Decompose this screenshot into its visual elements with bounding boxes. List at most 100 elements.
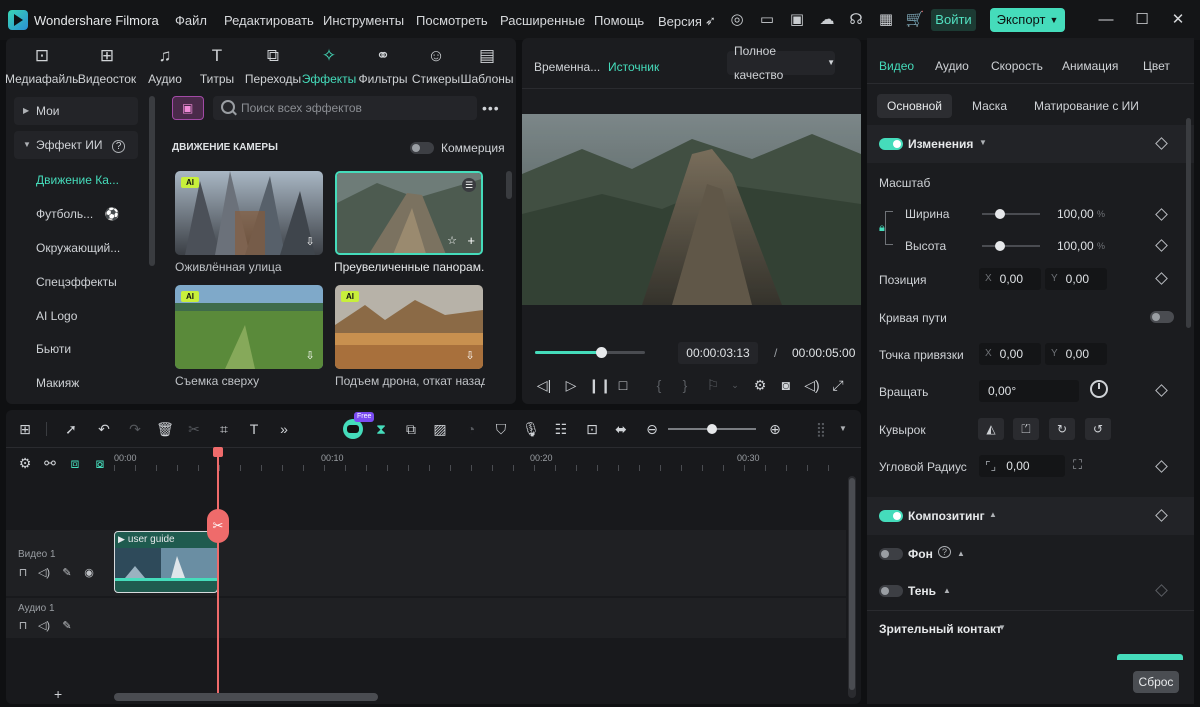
favorite-icon[interactable]: ☆ bbox=[447, 234, 457, 247]
tab-titles[interactable]: T Титры bbox=[186, 46, 248, 92]
menu-help[interactable]: Помощь bbox=[594, 13, 644, 28]
maximize-icon[interactable]: ☐ bbox=[1132, 10, 1152, 30]
menu-tools[interactable]: Инструменты bbox=[323, 13, 404, 28]
position-y-input[interactable]: Y 0,00 bbox=[1045, 268, 1107, 290]
export-button[interactable]: Экспорт ▼ bbox=[990, 8, 1065, 32]
sidebar-item-ambient[interactable]: Окружающий... bbox=[14, 234, 138, 262]
chevron-down-icon[interactable]: ⌄ bbox=[726, 376, 744, 394]
tab-speed[interactable]: Скорость bbox=[991, 59, 1043, 73]
tab-stickers[interactable]: ☺ Стикеры bbox=[405, 46, 467, 92]
keyframe-icon[interactable] bbox=[1155, 208, 1168, 221]
apps-grid-icon[interactable]: ▦ bbox=[876, 10, 896, 30]
apply-button-edge[interactable] bbox=[1117, 654, 1183, 660]
fullscreen-icon[interactable]: ⤢ bbox=[829, 376, 847, 394]
video-clip[interactable]: ▶ user guide bbox=[114, 531, 218, 593]
width-slider[interactable] bbox=[982, 213, 1040, 215]
unlink-icon[interactable]: ⚯ bbox=[41, 454, 59, 472]
position-x-input[interactable]: X 0,00 bbox=[979, 268, 1041, 290]
playhead-handle[interactable] bbox=[213, 447, 223, 457]
step-back-icon[interactable]: ◁| bbox=[535, 376, 553, 394]
transform-toggle[interactable] bbox=[879, 138, 903, 150]
pause-icon[interactable]: ❙❙ bbox=[588, 376, 611, 394]
login-button[interactable]: Войти bbox=[931, 9, 976, 31]
marker-icon[interactable]: ⚐ bbox=[704, 376, 722, 394]
sidebar-item-special-effects[interactable]: Спецэффекты bbox=[14, 268, 138, 296]
version-menu[interactable]: Версия ➶ bbox=[658, 13, 716, 29]
sidebar-item-ai-effect[interactable]: ▼ Эффект ИИ ? bbox=[14, 131, 138, 159]
cart-icon[interactable]: 🛒 bbox=[905, 10, 925, 30]
undo-icon[interactable]: ↶ bbox=[95, 420, 113, 438]
minimize-icon[interactable]: — bbox=[1096, 10, 1116, 30]
tab-transitions[interactable]: ⧉ Переходы bbox=[242, 46, 304, 92]
split-scissors-icon[interactable]: ✂ bbox=[207, 509, 229, 543]
help-icon[interactable]: ? bbox=[938, 546, 952, 558]
lock-icon[interactable]: ⊓ bbox=[16, 619, 30, 633]
rotate-dial-icon[interactable] bbox=[1090, 380, 1108, 398]
properties-scrollbar[interactable] bbox=[1186, 118, 1191, 328]
settings-icon[interactable]: ⚙ bbox=[751, 376, 769, 394]
audio-mixer-icon[interactable]: ☷ bbox=[552, 420, 570, 438]
flip-vertical-icon[interactable]: ⏍ bbox=[1013, 418, 1039, 440]
keyframe-icon[interactable] bbox=[1155, 460, 1168, 473]
insert-icon[interactable]: ⧉ bbox=[402, 420, 420, 438]
keyframe-icon[interactable] bbox=[1155, 509, 1168, 522]
tab-animation[interactable]: Анимация bbox=[1062, 59, 1118, 73]
compositing-toggle[interactable] bbox=[879, 510, 903, 522]
subtab-ai-matting[interactable]: Матирование с ИИ bbox=[1024, 94, 1149, 118]
link-clips-icon[interactable]: ⧈ bbox=[66, 454, 84, 472]
menu-advanced[interactable]: Расширенные bbox=[500, 13, 585, 28]
anchor-y-input[interactable]: Y 0,00 bbox=[1045, 343, 1107, 365]
height-slider[interactable] bbox=[982, 245, 1040, 247]
sidebar-item-beauty[interactable]: Бьюти bbox=[14, 335, 138, 363]
keyframe-icon[interactable] bbox=[1155, 137, 1168, 150]
effects-off-icon[interactable]: ✎ bbox=[60, 566, 74, 580]
monitor-icon[interactable]: ▭ bbox=[757, 10, 777, 30]
lock-icon[interactable]: ⊓ bbox=[16, 566, 30, 580]
playhead-line[interactable] bbox=[217, 448, 219, 693]
corner-radius-input[interactable]: ⌜⌟ 0,00 bbox=[979, 455, 1065, 477]
video-preview[interactable] bbox=[522, 114, 861, 305]
split-track-icon[interactable]: ⧗ bbox=[372, 420, 390, 438]
sidebar-item-football[interactable]: Футболь... ⚽ bbox=[14, 200, 138, 228]
rotate-input[interactable]: 0,00° bbox=[979, 380, 1079, 402]
cloud-sync-icon[interactable]: ◎ bbox=[727, 10, 747, 30]
expand-corners-icon[interactable]: ⛶ bbox=[1073, 457, 1082, 473]
tab-timeline-preview[interactable]: Временна... bbox=[534, 60, 600, 74]
tab-effects[interactable]: ✧ Эффекты bbox=[298, 46, 360, 92]
cloud-upload-icon[interactable]: ☁ bbox=[817, 10, 837, 30]
anchor-x-input[interactable]: X 0,00 bbox=[979, 343, 1041, 365]
group-icon[interactable]: ⧇ bbox=[91, 454, 109, 472]
effect-tile-busy-street[interactable]: AI ⇩ bbox=[175, 171, 323, 255]
playback-progress-track[interactable] bbox=[535, 347, 645, 358]
download-icon[interactable]: ⇩ bbox=[463, 349, 477, 363]
sidebar-scrollbar[interactable] bbox=[149, 96, 155, 266]
lock-icon[interactable]: 🔒︎ bbox=[879, 222, 885, 235]
width-value[interactable]: 100,00 bbox=[1057, 207, 1094, 221]
caret-down-icon[interactable]: ▼ bbox=[998, 623, 1006, 632]
effect-tile-top-shot[interactable]: AI ⇩ bbox=[175, 285, 323, 369]
layout-grid-icon[interactable]: ⊞ bbox=[16, 420, 34, 438]
menu-icon[interactable]: ☰ bbox=[462, 178, 476, 192]
vertical-scrollbar[interactable] bbox=[848, 476, 856, 698]
menu-edit[interactable]: Редактировать bbox=[224, 13, 314, 28]
sidebar-item-makeup[interactable]: Макияж bbox=[14, 369, 138, 397]
subtab-mask[interactable]: Маска bbox=[962, 94, 1017, 118]
tab-templates[interactable]: ▤ Шаблоны bbox=[459, 46, 515, 92]
grid-handle-icon[interactable]: ⣿ bbox=[812, 420, 830, 438]
tab-media[interactable]: ⊡ Медиафайлы bbox=[5, 46, 81, 92]
menu-file[interactable]: Файл bbox=[175, 13, 207, 28]
crop-icon[interactable]: ⌗ bbox=[215, 420, 233, 438]
zoom-slider-knob[interactable] bbox=[707, 424, 717, 434]
scissors-icon[interactable]: ✂ bbox=[185, 420, 203, 438]
mark-out-icon[interactable]: } bbox=[676, 376, 694, 394]
width-slider-knob[interactable] bbox=[995, 209, 1005, 219]
shadow-toggle[interactable] bbox=[879, 585, 903, 597]
add-icon[interactable]: + bbox=[467, 233, 475, 248]
text-tool-icon[interactable]: T bbox=[245, 420, 263, 438]
horizontal-scrollbar[interactable] bbox=[114, 693, 378, 701]
sidebar-item-mine[interactable]: ▶ Мои bbox=[14, 97, 138, 125]
zoom-in-icon[interactable]: ⊕ bbox=[766, 420, 784, 438]
tiles-scrollbar[interactable] bbox=[506, 171, 512, 199]
ai-effects-button[interactable]: ▣ bbox=[172, 96, 204, 120]
sidebar-item-camera-motion[interactable]: Движение Ка... bbox=[14, 166, 138, 194]
